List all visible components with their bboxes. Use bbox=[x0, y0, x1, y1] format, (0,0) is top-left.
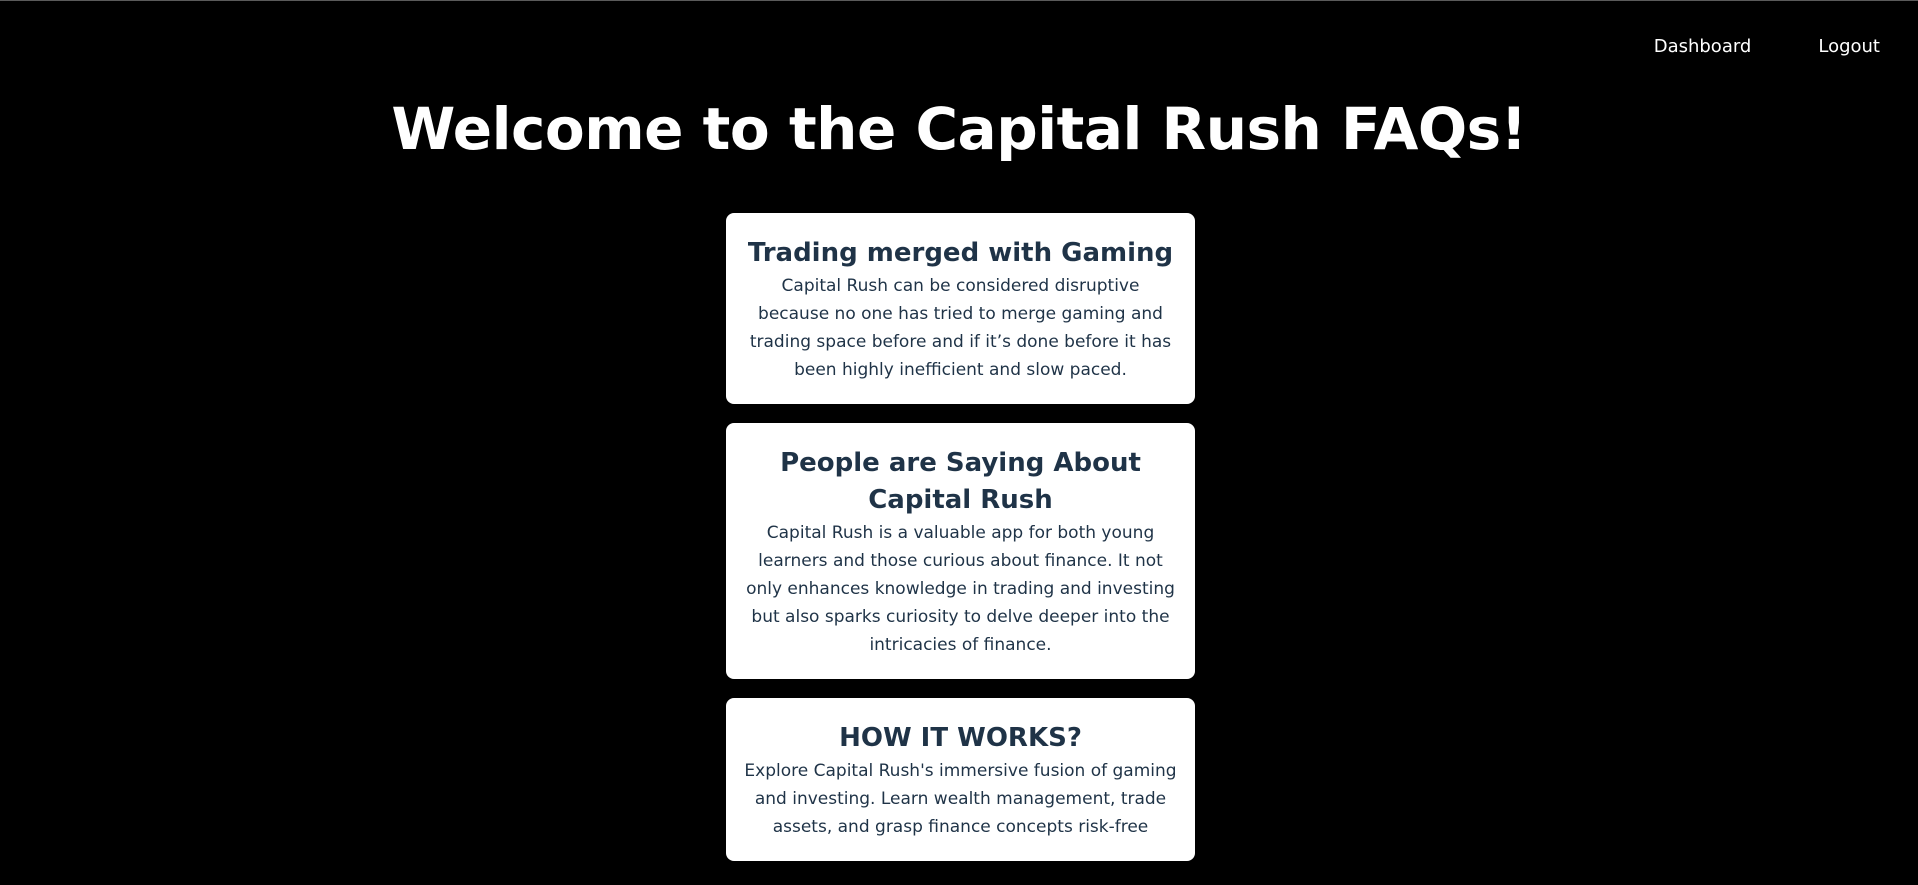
faq-list: Trading merged with Gaming Capital Rush … bbox=[726, 213, 1195, 861]
faq-body: Capital Rush can be considered disruptiv… bbox=[749, 276, 1172, 380]
faq-heading: People are Saying About Capital Rush bbox=[780, 448, 1141, 515]
faq-card-how-it-works: HOW IT WORKS? Explore Capital Rush's imm… bbox=[726, 698, 1195, 861]
top-nav: Dashboard Logout bbox=[1654, 35, 1880, 59]
logout-link[interactable]: Logout bbox=[1818, 35, 1880, 59]
faq-card-trading-gaming: Trading merged with Gaming Capital Rush … bbox=[726, 213, 1195, 404]
faq-body: Capital Rush is a valuable app for both … bbox=[746, 523, 1175, 655]
dashboard-link[interactable]: Dashboard bbox=[1654, 35, 1752, 59]
faq-heading: Trading merged with Gaming bbox=[747, 238, 1174, 268]
page-title: Welcome to the Capital Rush FAQs! bbox=[391, 95, 1527, 163]
faq-body: Explore Capital Rush's immersive fusion … bbox=[744, 761, 1177, 837]
faq-card-people-saying: People are Saying About Capital Rush Cap… bbox=[726, 423, 1195, 679]
faq-heading: HOW IT WORKS? bbox=[839, 723, 1082, 753]
